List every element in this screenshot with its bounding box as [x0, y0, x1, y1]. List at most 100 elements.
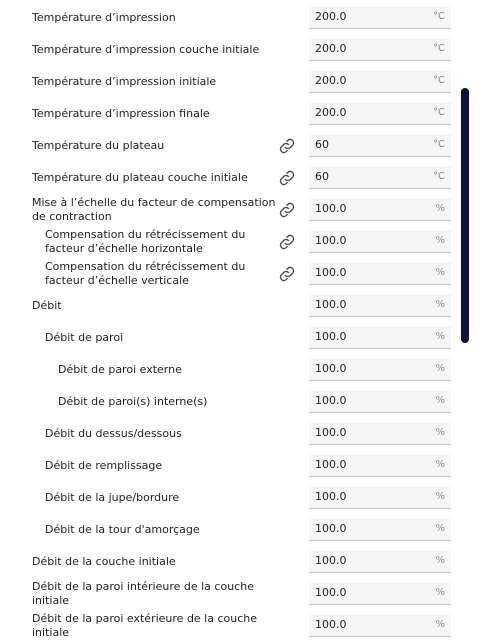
setting-value-field[interactable]: 100.0%: [309, 486, 451, 509]
setting-label: Débit: [32, 299, 62, 312]
setting-value[interactable]: 200.0: [315, 38, 347, 60]
setting-unit: °C: [433, 107, 445, 118]
setting-row: Température du plateau 60 °C: [0, 130, 460, 162]
setting-label: Température d’impression: [32, 11, 176, 24]
setting-label: Température d’impression couche initiale: [32, 43, 260, 56]
setting-value-field[interactable]: 100.0%: [309, 294, 451, 317]
setting-value-field[interactable]: 200.0 °C: [309, 102, 451, 125]
setting-label: Débit de la jupe/bordure: [45, 491, 180, 504]
setting-unit: %: [435, 523, 445, 534]
setting-unit: %: [435, 299, 445, 310]
setting-unit: %: [435, 331, 445, 342]
setting-row: Température du plateau couche initiale 60…: [0, 162, 460, 194]
setting-row: Débit de paroi externe 100.0%: [0, 354, 460, 386]
setting-label: Débit de la paroi intérieure de la couch…: [32, 580, 254, 607]
setting-unit: °C: [433, 75, 445, 86]
setting-unit: °C: [433, 139, 445, 150]
setting-label: Débit de paroi(s) interne(s): [58, 395, 208, 408]
link-icon[interactable]: [278, 169, 296, 187]
setting-unit: %: [435, 587, 445, 598]
setting-value[interactable]: 200.0: [315, 70, 347, 92]
setting-unit: %: [435, 235, 445, 246]
setting-value[interactable]: 100.0: [315, 486, 347, 508]
setting-unit: °C: [433, 11, 445, 22]
scrollbar-handle[interactable]: [461, 88, 469, 343]
setting-value-field[interactable]: 100.0%: [309, 582, 451, 605]
setting-row: Température d’impression finale 200.0 °C: [0, 98, 460, 130]
setting-label: Débit de la tour d'amorçage: [45, 523, 200, 536]
setting-unit: %: [435, 363, 445, 374]
setting-label: Température d’impression finale: [32, 107, 210, 120]
setting-label: Compensation du rétrécissement du facteu…: [45, 228, 246, 255]
link-icon[interactable]: [278, 137, 296, 155]
link-icon[interactable]: [278, 201, 296, 219]
setting-row: Débit du dessus/dessous 100.0%: [0, 418, 460, 450]
setting-row: Débit de la paroi extérieure de la couch…: [0, 610, 460, 640]
setting-value[interactable]: 200.0: [315, 102, 347, 124]
setting-value-field[interactable]: 100.0%: [309, 198, 451, 221]
setting-value-field[interactable]: 200.0 °C: [309, 38, 451, 61]
setting-label: Température du plateau: [32, 139, 165, 152]
setting-value[interactable]: 100.0: [315, 358, 347, 380]
setting-row: Débit de paroi 100.0%: [0, 322, 460, 354]
settings-panel: Température d’impression 200.0 °C Températu…: [0, 0, 489, 640]
setting-value-field[interactable]: 60 °C: [309, 134, 451, 157]
setting-value[interactable]: 100.0: [315, 422, 347, 444]
setting-value[interactable]: 100.0: [315, 326, 347, 348]
setting-row: Mise à l’échelle du facteur de compensat…: [0, 194, 460, 226]
setting-value[interactable]: 100.0: [315, 198, 347, 220]
setting-value[interactable]: 100.0: [315, 582, 347, 604]
setting-value-field[interactable]: 100.0%: [309, 614, 451, 637]
setting-value-field[interactable]: 100.0%: [309, 326, 451, 349]
setting-value[interactable]: 200.0: [315, 6, 347, 28]
setting-value-field[interactable]: 100.0%: [309, 358, 451, 381]
setting-unit: °C: [433, 171, 445, 182]
setting-unit: %: [435, 395, 445, 406]
setting-unit: %: [435, 491, 445, 502]
setting-value[interactable]: 100.0: [315, 614, 347, 636]
setting-value-field[interactable]: 100.0%: [309, 390, 451, 413]
setting-label: Débit de la couche initiale: [32, 555, 176, 568]
setting-label: Débit de paroi externe: [58, 363, 182, 376]
setting-row: Température d’impression couche initiale…: [0, 34, 460, 66]
setting-label: Débit de paroi: [45, 331, 124, 344]
setting-value-field[interactable]: 100.0%: [309, 518, 451, 541]
setting-value-field[interactable]: 100.0%: [309, 454, 451, 477]
setting-value[interactable]: 100.0: [315, 294, 347, 316]
setting-value-field[interactable]: 200.0 °C: [309, 70, 451, 93]
link-icon[interactable]: [278, 265, 296, 283]
setting-value[interactable]: 100.0: [315, 262, 347, 284]
setting-row: Débit 100.0%: [0, 290, 460, 322]
setting-value[interactable]: 100.0: [315, 390, 347, 412]
setting-label: Compensation du rétrécissement du facteu…: [45, 260, 246, 287]
setting-value[interactable]: 60: [315, 166, 329, 188]
setting-value-field[interactable]: 100.0%: [309, 230, 451, 253]
setting-unit: %: [435, 427, 445, 438]
setting-value-field[interactable]: 100.0%: [309, 422, 451, 445]
setting-row: Débit de la paroi intérieure de la couch…: [0, 578, 460, 610]
setting-value[interactable]: 60: [315, 134, 329, 156]
setting-row: Température d’impression initiale 200.0 °C: [0, 66, 460, 98]
setting-value[interactable]: 100.0: [315, 230, 347, 252]
setting-value[interactable]: 100.0: [315, 454, 347, 476]
setting-unit: °C: [433, 43, 445, 54]
setting-label: Débit de la paroi extérieure de la couch…: [32, 612, 258, 639]
setting-label: Température d’impression initiale: [32, 75, 217, 88]
link-icon[interactable]: [278, 233, 296, 251]
setting-row: Température d’impression 200.0 °C: [0, 2, 460, 34]
setting-row: Débit de remplissage 100.0%: [0, 450, 460, 482]
setting-value[interactable]: 100.0: [315, 550, 347, 572]
setting-label: Débit de remplissage: [45, 459, 163, 472]
setting-value-field[interactable]: 100.0%: [309, 262, 451, 285]
setting-row: Compensation du rétrécissement du facteu…: [0, 226, 460, 258]
setting-row: Débit de paroi(s) interne(s) 100.0%: [0, 386, 460, 418]
setting-unit: %: [435, 459, 445, 470]
setting-value-field[interactable]: 200.0 °C: [309, 6, 451, 29]
setting-value-field[interactable]: 100.0%: [309, 550, 451, 573]
setting-value[interactable]: 100.0: [315, 518, 347, 540]
setting-label: Débit du dessus/dessous: [45, 427, 182, 440]
setting-label: Mise à l’échelle du facteur de compensat…: [32, 196, 276, 223]
setting-unit: %: [435, 203, 445, 214]
setting-row: Débit de la jupe/bordure 100.0%: [0, 482, 460, 514]
setting-value-field[interactable]: 60 °C: [309, 166, 451, 189]
